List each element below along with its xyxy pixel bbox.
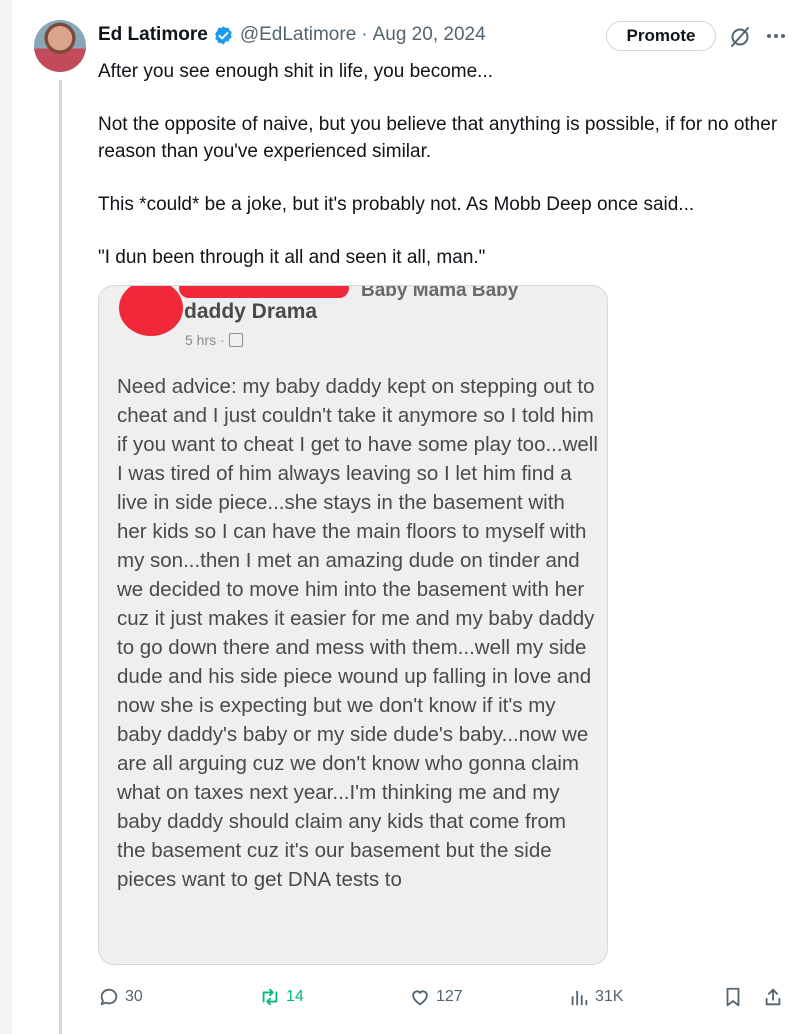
tweet-header: Ed Latimore @EdLatimore · Aug 20, 2024 [98, 22, 486, 48]
like-button[interactable]: 127 [409, 982, 463, 1012]
tweet-date[interactable]: Aug 20, 2024 [373, 24, 486, 46]
analytics-icon [571, 990, 588, 1006]
view-count: 31K [595, 988, 624, 1005]
tweet-paragraph: After you see enough shit in life, you b… [98, 61, 494, 82]
post-body-text: Need advice: my baby daddy kept on stepp… [117, 375, 598, 891]
reply-icon [100, 988, 118, 1006]
retweet-button[interactable]: 14 [259, 982, 304, 1012]
meta-separator: · [361, 24, 368, 45]
redaction-mark [179, 286, 349, 298]
privacy-icon [228, 333, 243, 347]
post-time: 5 hrs [185, 332, 217, 348]
tweet-paragraph: "I dun been through it all and seen it a… [98, 247, 486, 268]
post-meta: 5 hrs · [185, 332, 243, 348]
like-count: 127 [436, 988, 463, 1005]
verified-badge-icon [215, 25, 232, 45]
handle[interactable]: @EdLatimore [240, 24, 356, 46]
retweet-icon [262, 988, 278, 1006]
tweet-paragraph: This *could* be a joke, but it's probabl… [98, 194, 695, 215]
action-bar: 30 14 127 31K [0, 982, 808, 1012]
more-options-icon[interactable] [764, 24, 788, 48]
tweet-card: Ed Latimore @EdLatimore · Aug 20, 2024 P… [12, 0, 808, 1034]
media-image[interactable]: Baby Mama Baby daddy Drama 5 hrs · Need … [98, 285, 608, 965]
views-button[interactable]: 31K [568, 982, 623, 1012]
group-name-cutoff: Baby Mama Baby [361, 285, 519, 301]
grok-icon[interactable] [728, 25, 752, 49]
group-name: daddy Drama [184, 300, 318, 323]
redaction-mark [119, 286, 183, 336]
share-button[interactable] [762, 982, 784, 1012]
reply-button[interactable]: 30 [98, 982, 143, 1012]
retweet-count: 14 [286, 988, 304, 1005]
author-name[interactable]: Ed Latimore [98, 24, 208, 46]
tweet-paragraph: Not the opposite of naive, but you belie… [98, 114, 778, 162]
reply-count: 30 [125, 988, 143, 1005]
tweet-text: After you see enough shit in life, you b… [98, 58, 798, 271]
thread-line [59, 80, 62, 1034]
heart-icon [412, 990, 428, 1006]
bookmark-button[interactable] [722, 982, 744, 1012]
share-icon [765, 988, 781, 1006]
promote-button[interactable]: Promote [606, 21, 716, 51]
bookmark-icon [726, 987, 740, 1007]
post-meta-dot: · [220, 332, 225, 348]
avatar[interactable] [34, 20, 86, 72]
